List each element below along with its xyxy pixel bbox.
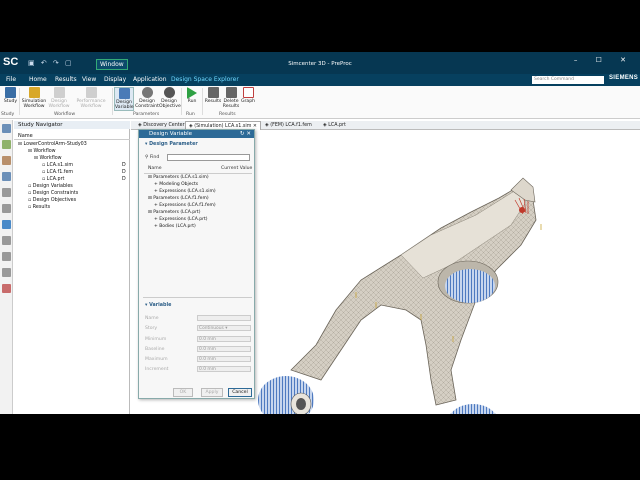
simulation-workflow-button[interactable]: Simulation Workflow <box>21 87 47 109</box>
tree-row-design-objectives[interactable]: ▫ Design Objectives <box>28 198 76 204</box>
menu-home[interactable]: Home <box>29 76 47 83</box>
menu-application[interactable]: Application <box>133 76 167 83</box>
tab-fem[interactable]: ◈ (FEM) LCA.f1.fem <box>262 121 315 130</box>
group-workflow-label: Workflow <box>54 112 76 117</box>
sim-status: D <box>122 163 126 168</box>
sim-navigator-icon[interactable] <box>2 172 11 181</box>
column-header-name[interactable]: Name <box>14 133 130 140</box>
ribbon: Study Simulation Workflow Design Workflo… <box>0 86 640 119</box>
tab-part[interactable]: ◈ LCA.prt <box>320 121 349 130</box>
find-label: ⚲ Find <box>145 155 160 160</box>
group-results-label: Results <box>219 112 236 117</box>
fem-status: D <box>122 170 126 175</box>
dialog-lower-panel <box>138 337 255 392</box>
resource-bar <box>0 120 13 414</box>
story-select[interactable]: Continuous ▾ <box>197 325 251 331</box>
run-button[interactable]: Run <box>184 87 200 104</box>
performance-workflow-icon <box>85 87 97 98</box>
find-input[interactable] <box>167 154 250 161</box>
study-button[interactable]: Study <box>3 87 18 104</box>
story-label: Story <box>145 326 158 331</box>
tree-row-workflow[interactable]: ⊟ Workflow <box>28 149 56 155</box>
tree-expressions-sim[interactable]: + Expressions (LCA.s1.sim) <box>154 189 216 195</box>
study-navigator-icon[interactable] <box>2 284 11 293</box>
study-icon <box>5 87 16 98</box>
tree-row-workflow-child[interactable]: ⊟ Workflow <box>34 156 62 162</box>
results-button[interactable]: Results <box>204 87 222 104</box>
study-navigator-title: Study Navigator <box>14 121 130 129</box>
dialog-title: Design Variable <box>149 131 193 137</box>
prt-status: D <box>122 177 126 182</box>
menu-results[interactable]: Results <box>55 76 77 83</box>
tree-params-prt[interactable]: ⊟ Parameters (LCA.prt) <box>148 210 200 216</box>
tree-row-study[interactable]: ⊟ LowerControlArm-Study03 <box>18 142 87 148</box>
siemens-brand: SIEMENS <box>609 75 639 81</box>
tree-row-design-variables[interactable]: ▫ Design Variables <box>28 184 73 190</box>
menu-display[interactable]: Display <box>104 76 126 83</box>
graph-icon <box>242 87 254 98</box>
tree-row-prt[interactable]: ▫ LCA.prt <box>42 177 64 183</box>
tree-modeling-objects[interactable]: + Modeling Objects <box>154 182 198 188</box>
tree-row-fem[interactable]: ▫ LCA.f1.fem <box>42 170 73 176</box>
design-objective-button[interactable]: Design Objective <box>159 87 181 109</box>
group-study-label: Study <box>1 112 15 117</box>
menu-bar: File Home Results View Display Applicati… <box>0 74 640 86</box>
roles-icon[interactable] <box>2 236 11 245</box>
simulation-workflow-icon <box>28 87 40 98</box>
window-title: Simcenter 3D - PreProc <box>288 61 352 67</box>
navigator-icon[interactable] <box>2 124 11 133</box>
results-icon <box>207 87 219 98</box>
delete-results-icon <box>225 87 237 98</box>
system-materials-icon[interactable] <box>2 252 11 261</box>
simcenter-app: SC ▣ ↶ ↷ ▢ Window Simcenter 3D - PreProc… <box>0 52 640 414</box>
column-current-value-header: Current Value <box>221 166 253 171</box>
name-field[interactable] <box>197 315 251 321</box>
menu-view[interactable]: View <box>82 76 96 83</box>
tree-row-results[interactable]: ▫ Results <box>28 205 50 211</box>
graph-button[interactable]: Graph <box>240 87 256 104</box>
design-constraint-icon <box>141 87 153 98</box>
window-controls[interactable]: – ☐ ✕ <box>574 56 634 64</box>
design-constraint-button[interactable]: Design Constraint <box>135 87 159 109</box>
study-navigator: Study Navigator Name ⊟ LowerControlArm-S… <box>14 121 130 414</box>
tree-row-sim[interactable]: ▫ LCA.s1.sim <box>42 163 73 169</box>
run-icon <box>187 87 197 99</box>
design-variable-icon <box>118 88 130 99</box>
reuse-library-icon[interactable] <box>2 204 11 213</box>
section-variable[interactable]: ▾ Variable <box>145 303 171 308</box>
design-workflow-icon <box>53 87 65 98</box>
assembly-icon[interactable] <box>2 156 11 165</box>
tree-params-fem[interactable]: ⊟ Parameters (LCA.f1.fem) <box>148 196 209 202</box>
column-name-header: Name <box>148 166 162 171</box>
close-icon[interactable]: ↻ ✕ <box>240 130 251 138</box>
design-workflow-button[interactable]: Design Workflow <box>47 87 71 109</box>
web-browser-icon[interactable] <box>2 220 11 229</box>
command-search-input[interactable]: Search Command <box>532 76 604 84</box>
tree-params-sim[interactable]: ⊟ Parameters (LCA.s1.sim) <box>148 175 209 181</box>
tree-expressions-prt[interactable]: + Expressions (LCA.prt) <box>154 217 207 223</box>
dialog-header: Design Variable ↻ ✕ <box>139 130 254 138</box>
group-parameters-label: Parameters <box>133 112 160 117</box>
section-design-parameter[interactable]: ▾ Design Parameter <box>145 142 198 147</box>
menu-file[interactable]: File <box>6 76 16 83</box>
process-studio-icon[interactable] <box>2 268 11 277</box>
tree-row-design-constraints[interactable]: ▫ Design Constraints <box>28 191 78 197</box>
name-label: Name <box>145 316 159 321</box>
delete-results-button[interactable]: Delete Results <box>222 87 240 109</box>
title-bar: SC ▣ ↶ ↷ ▢ Window Simcenter 3D - PreProc… <box>0 52 640 74</box>
tree-expressions-fem[interactable]: + Expressions (LCA.f1.fem) <box>154 203 216 209</box>
design-objective-icon <box>163 87 175 98</box>
group-run-label: Run <box>186 112 195 117</box>
history-icon[interactable] <box>2 188 11 197</box>
tree-bodies-prt[interactable]: + Bodies (LCA.prt) <box>154 224 196 230</box>
menu-design-space-explorer[interactable]: Design Space Explorer <box>171 76 239 83</box>
part-navigator-icon[interactable] <box>2 140 11 149</box>
performance-workflow-button[interactable]: Performance Workflow <box>72 87 110 109</box>
design-variable-button[interactable]: Design Variable <box>114 87 134 111</box>
